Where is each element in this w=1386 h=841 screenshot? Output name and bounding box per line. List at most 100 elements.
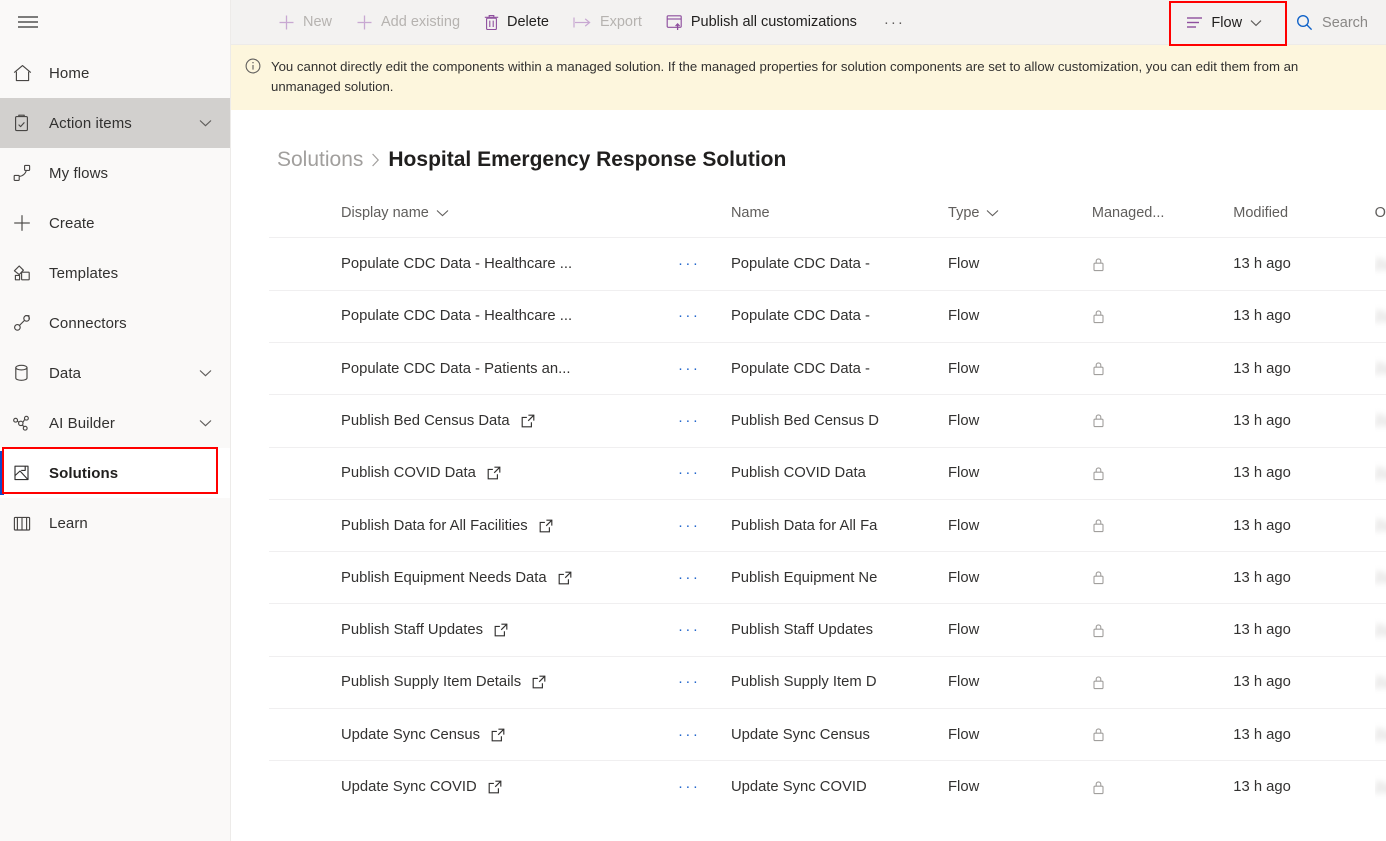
open-in-new-window-icon[interactable] — [539, 519, 553, 533]
row-more-commands-button[interactable]: ··· — [678, 517, 701, 534]
sidebar-item-data[interactable]: Data — [0, 348, 230, 398]
publish-all-customizations-button[interactable]: Publish all customizations — [657, 4, 866, 40]
cell-display-name[interactable]: Publish Staff Updates — [269, 604, 678, 656]
cell-owner: Zubin Alexandra — [1375, 290, 1386, 342]
table-row[interactable]: Update Sync Census ··· Update Sync Censu… — [269, 709, 1386, 761]
sidebar-item-ai-builder[interactable]: AI Builder — [0, 398, 230, 448]
filter-list-icon — [1186, 16, 1203, 29]
column-header-managed[interactable]: Managed... — [1092, 182, 1233, 238]
table-row[interactable]: Publish Data for All Facilities ··· Publ… — [269, 499, 1386, 551]
table-row[interactable]: Publish Staff Updates ··· Publish Staff … — [269, 604, 1386, 656]
sidebar-item-templates[interactable]: Templates — [0, 248, 230, 298]
open-in-new-window-icon[interactable] — [558, 571, 572, 585]
cell-display-name[interactable]: Populate CDC Data - Healthcare ... — [269, 290, 678, 342]
open-in-new-window-icon[interactable] — [491, 728, 505, 742]
lock-icon — [1092, 623, 1233, 638]
cell-display-name[interactable]: Publish Data for All Facilities — [269, 499, 678, 551]
cell-row-actions[interactable]: ··· — [678, 499, 731, 551]
cell-owner: Zubin Alexandra — [1375, 604, 1386, 656]
table-row[interactable]: Populate CDC Data - Healthcare ... ··· P… — [269, 290, 1386, 342]
table-row[interactable]: Populate CDC Data - Healthcare ... ··· P… — [269, 238, 1386, 290]
row-more-commands-button[interactable]: ··· — [678, 673, 701, 690]
sidebar-item-label: Templates — [49, 265, 118, 282]
chevron-down-icon[interactable] — [199, 119, 212, 128]
column-header-display-name[interactable]: Display name — [269, 182, 678, 238]
open-in-new-window-icon[interactable] — [488, 780, 502, 794]
column-header-modified[interactable]: Modified — [1233, 182, 1374, 238]
table-row[interactable]: Update Sync COVID ··· Update Sync COVID … — [269, 761, 1386, 813]
table-row[interactable]: Publish Bed Census Data ··· Publish Bed … — [269, 395, 1386, 447]
cell-display-name[interactable]: Populate CDC Data - Patients an... — [269, 343, 678, 395]
sidebar-item-action-items[interactable]: Action items — [0, 98, 230, 148]
cell-display-name[interactable]: Populate CDC Data - Healthcare ... — [269, 238, 678, 290]
column-header-name[interactable]: Name — [731, 182, 948, 238]
cell-row-actions[interactable]: ··· — [678, 604, 731, 656]
row-more-commands-button[interactable]: ··· — [678, 726, 701, 743]
row-more-commands-button[interactable]: ··· — [678, 255, 701, 272]
table-row[interactable]: Publish Equipment Needs Data ··· Publish… — [269, 552, 1386, 604]
cell-row-actions[interactable]: ··· — [678, 709, 731, 761]
chevron-down-icon[interactable] — [199, 369, 212, 378]
table-row[interactable]: Publish COVID Data ··· Publish COVID Dat… — [269, 447, 1386, 499]
chevron-right-icon — [371, 153, 380, 167]
row-more-commands-button[interactable]: ··· — [678, 412, 701, 429]
row-more-commands-button[interactable]: ··· — [678, 360, 701, 377]
cell-row-actions[interactable]: ··· — [678, 343, 731, 395]
page-title: Hospital Emergency Response Solution — [388, 148, 786, 172]
cell-type: Flow — [948, 604, 1092, 656]
sidebar-item-solutions[interactable]: Solutions — [0, 448, 230, 498]
cell-display-name[interactable]: Update Sync Census — [269, 709, 678, 761]
cell-managed — [1092, 656, 1233, 708]
cell-row-actions[interactable]: ··· — [678, 395, 731, 447]
cell-display-name[interactable]: Publish Bed Census Data — [269, 395, 678, 447]
sidebar-item-my-flows[interactable]: My flows — [0, 148, 230, 198]
open-in-new-window-icon[interactable] — [487, 466, 501, 480]
column-header-owner[interactable]: Owner — [1375, 182, 1386, 238]
row-more-commands-button[interactable]: ··· — [678, 778, 701, 795]
table-header-row: Display name Name — [269, 182, 1386, 238]
cell-row-actions[interactable]: ··· — [678, 238, 731, 290]
home-icon — [13, 61, 49, 85]
cell-display-name[interactable]: Publish COVID Data — [269, 447, 678, 499]
toolbar-overflow-button[interactable]: ··· — [872, 15, 917, 30]
cell-row-actions[interactable]: ··· — [678, 656, 731, 708]
flow-filter-button[interactable]: Flow — [1176, 7, 1272, 39]
sidebar-item-learn[interactable]: Learn — [0, 498, 230, 548]
breadcrumb-parent-link[interactable]: Solutions — [277, 148, 363, 172]
open-in-new-window-icon[interactable] — [494, 623, 508, 637]
column-header-type[interactable]: Type — [948, 182, 1092, 238]
sidebar-item-label: Learn — [49, 515, 88, 532]
table-row[interactable]: Publish Supply Item Details ··· Publish … — [269, 656, 1386, 708]
row-more-commands-button[interactable]: ··· — [678, 307, 701, 324]
export-icon — [573, 16, 592, 29]
cell-modified: 13 h ago — [1233, 499, 1374, 551]
new-button[interactable]: New — [269, 4, 341, 40]
chevron-down-icon[interactable] — [199, 419, 212, 428]
cell-display-name[interactable]: Publish Equipment Needs Data — [269, 552, 678, 604]
cell-row-actions[interactable]: ··· — [678, 447, 731, 499]
column-header-actions — [678, 182, 731, 238]
sidebar-item-connectors[interactable]: Connectors — [0, 298, 230, 348]
row-more-commands-button[interactable]: ··· — [678, 464, 701, 481]
row-more-commands-button[interactable]: ··· — [678, 621, 701, 638]
export-button[interactable]: Export — [564, 4, 651, 40]
add-existing-button[interactable]: Add existing — [347, 4, 469, 40]
cell-row-actions[interactable]: ··· — [678, 761, 731, 813]
sidebar-item-create[interactable]: Create — [0, 198, 230, 248]
database-icon — [13, 361, 49, 385]
cell-display-name[interactable]: Update Sync COVID — [269, 761, 678, 813]
row-more-commands-button[interactable]: ··· — [678, 569, 701, 586]
sidebar-item-home[interactable]: Home — [0, 48, 230, 98]
cell-managed — [1092, 552, 1233, 604]
cell-row-actions[interactable]: ··· — [678, 290, 731, 342]
open-in-new-window-icon[interactable] — [521, 414, 535, 428]
hamburger-icon[interactable] — [4, 0, 52, 44]
table-row[interactable]: Populate CDC Data - Patients an... ··· P… — [269, 343, 1386, 395]
cell-row-actions[interactable]: ··· — [678, 552, 731, 604]
cell-display-name[interactable]: Publish Supply Item Details — [269, 656, 678, 708]
cell-type: Flow — [948, 343, 1092, 395]
delete-button[interactable]: Delete — [475, 4, 558, 40]
open-in-new-window-icon[interactable] — [532, 675, 546, 689]
new-button-label: New — [303, 14, 332, 30]
search-input[interactable]: Search — [1286, 7, 1380, 39]
